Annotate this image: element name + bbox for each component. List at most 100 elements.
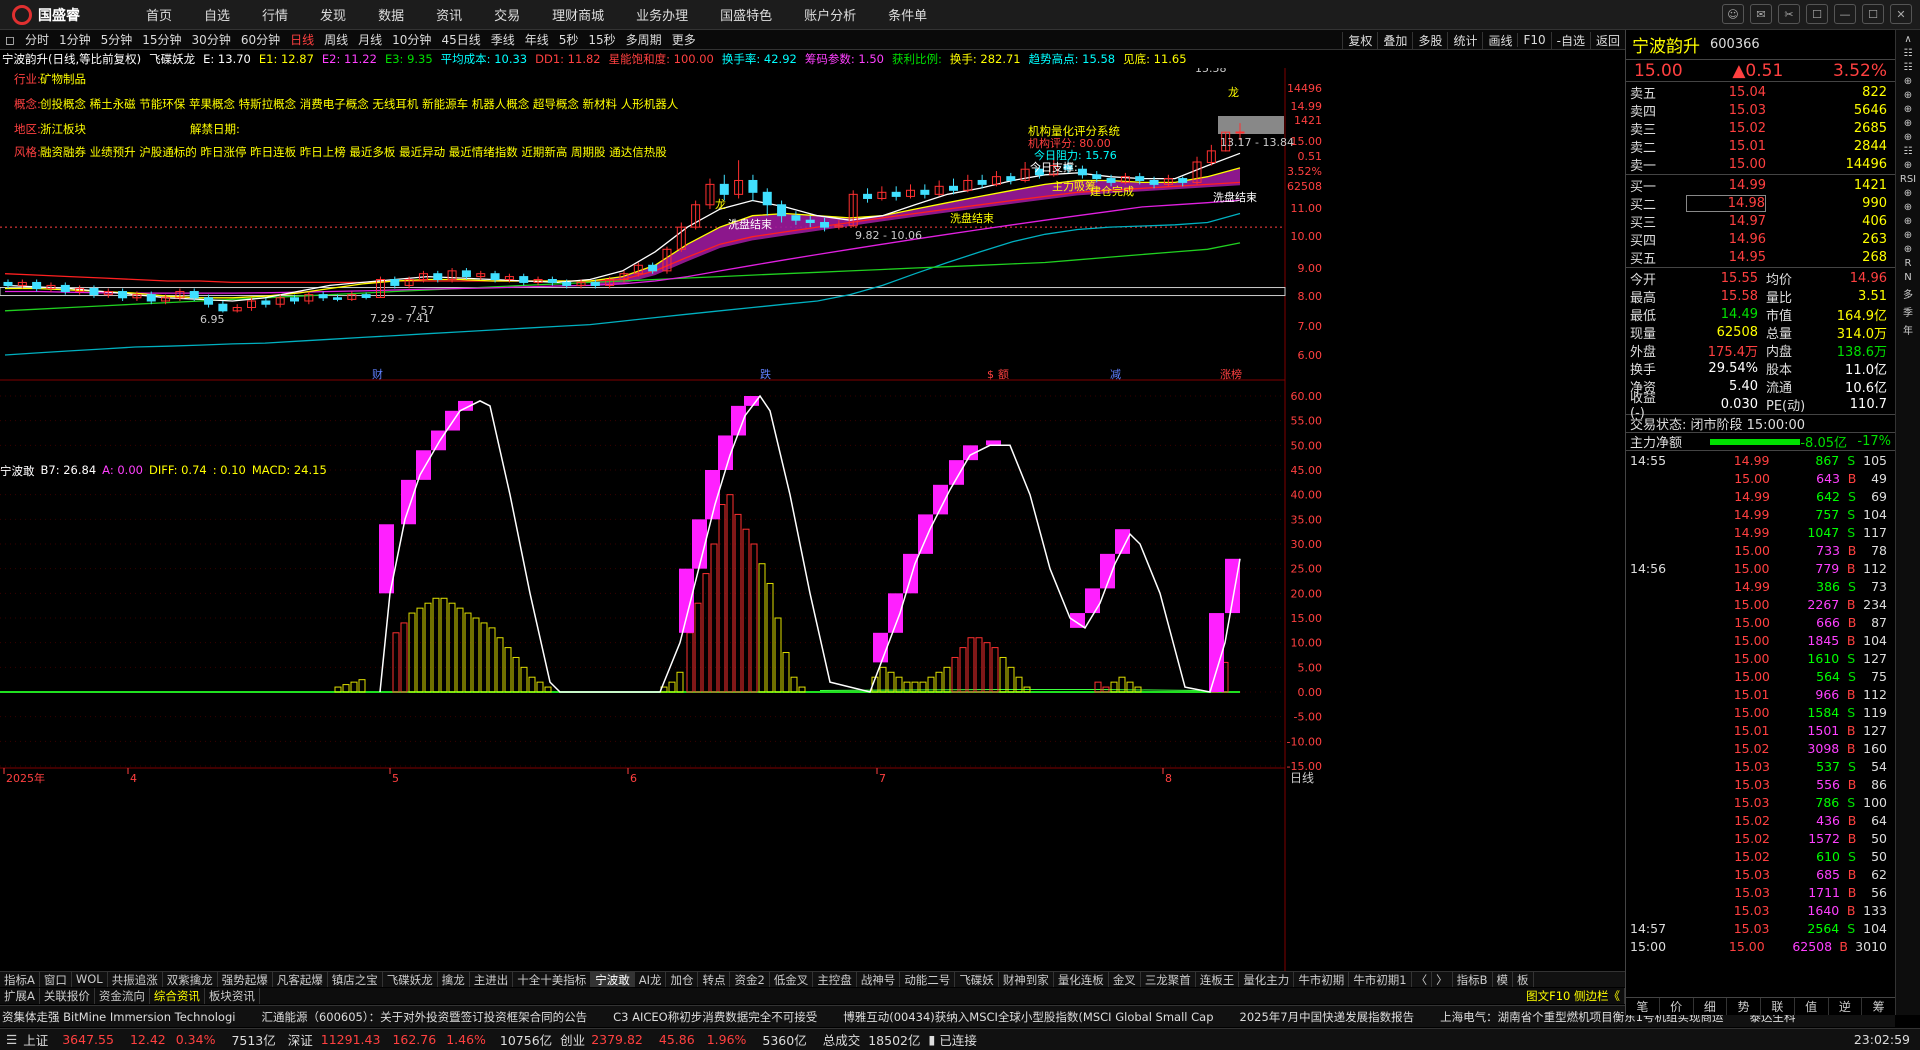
indicator-tab-22[interactable]: 财神到家	[999, 972, 1054, 987]
indicator-tab-23[interactable]: 量化连板	[1054, 972, 1109, 987]
indicator-tab-6[interactable]: 凡客起爆	[273, 972, 328, 987]
menu-item-5[interactable]: 资讯	[420, 5, 478, 24]
sidebar-icon-2[interactable]: ☷	[1898, 62, 1918, 73]
period-2[interactable]: 5分钟	[96, 31, 138, 48]
macd-indicator-name[interactable]: 宁波敢	[0, 463, 35, 479]
indicator-tab-14[interactable]: 加仓	[666, 972, 699, 987]
news-item-2[interactable]: C3 AICEO称初步消费数据完全不可接受	[613, 1009, 817, 1025]
window-button-3[interactable]: ☐	[1806, 4, 1828, 24]
menu-item-4[interactable]: 数据	[362, 5, 420, 24]
bid-price[interactable]: 14.99	[1686, 178, 1766, 193]
indicator-tab-13[interactable]: AI龙	[635, 972, 667, 987]
bid-price[interactable]: 14.95	[1686, 250, 1766, 265]
quote-tab-5[interactable]: 值	[1795, 998, 1829, 1015]
sidebar-icon-13[interactable]: ⊕	[1898, 216, 1918, 227]
quote-tab-1[interactable]: 价	[1660, 998, 1694, 1015]
sidebar-icon-9[interactable]: ⊕	[1898, 160, 1918, 171]
indicator-tab-21[interactable]: 飞碟妖	[955, 972, 999, 987]
period-8[interactable]: 月线	[353, 31, 387, 48]
menu-item-11[interactable]: 条件单	[872, 5, 943, 24]
news-item-1[interactable]: 汇通能源（600605）：关于对外投资暨签订投资框架合同的公告	[261, 1009, 587, 1025]
quote-tab-3[interactable]: 势	[1727, 998, 1761, 1015]
sidebar-icon-11[interactable]: ⊕	[1898, 188, 1918, 199]
ask-price[interactable]: 15.04	[1686, 85, 1766, 100]
window-button-0[interactable]: ☺	[1722, 4, 1744, 24]
sidebar-icon-15[interactable]: ⊕	[1898, 244, 1918, 255]
indicator-tab-17[interactable]: 低金叉	[770, 972, 814, 987]
sub-tab-3[interactable]: 综合资讯	[150, 988, 205, 1004]
quote-tab-4[interactable]: 联	[1761, 998, 1795, 1015]
bid-price[interactable]: 14.98	[1686, 194, 1766, 212]
bid-price[interactable]: 14.97	[1686, 214, 1766, 229]
chart-area[interactable]: 行业: 矿物制品概念: 创投概念 稀土永磁 节能环保 苹果概念 特斯拉概念 消费电子…	[0, 68, 1625, 971]
indicator-tab-19[interactable]: 战神号	[857, 972, 901, 987]
sidebar-icon-3[interactable]: ⊕	[1898, 76, 1918, 87]
indicator-tab-10[interactable]: 主进出	[470, 972, 514, 987]
period-1[interactable]: 1分钟	[54, 31, 96, 48]
indicator-tab-0[interactable]: 指标A	[0, 972, 40, 987]
indicator-name[interactable]: 飞碟妖龙	[149, 51, 195, 67]
indicator-tab-16[interactable]: 资金2	[730, 972, 770, 987]
tick-list[interactable]: 14:55 14.99 867 S 105 15.00 643 B 49 14.99 642 S 69 1…	[1626, 451, 1895, 955]
period-0[interactable]: 分时	[20, 31, 54, 48]
period-16[interactable]: 更多	[667, 31, 701, 48]
window-button-2[interactable]: ✂	[1778, 4, 1800, 24]
indicator-tab-25[interactable]: 三龙聚首	[1141, 972, 1196, 987]
quote-tab-2[interactable]: 细	[1694, 998, 1728, 1015]
sidebar-icon-6[interactable]: ⊕	[1898, 118, 1918, 129]
ask-price[interactable]: 15.00	[1686, 157, 1766, 172]
sidebar-icon-20[interactable]: 年	[1898, 322, 1918, 337]
sidebar-icon-1[interactable]: ☷	[1898, 48, 1918, 59]
news-item-3[interactable]: 博雅互动(00434)获纳入MSCI全球小型股指数(MSCI Global Sm…	[843, 1009, 1213, 1025]
menu-item-0[interactable]: 首页	[130, 5, 188, 24]
indicator-tab-4[interactable]: 双紫擒龙	[163, 972, 218, 987]
window-button-4[interactable]: —	[1834, 4, 1856, 24]
indicator-tab-1[interactable]: 窗口	[40, 972, 72, 987]
menu-item-3[interactable]: 发现	[304, 5, 362, 24]
tool-3[interactable]: 统计	[1447, 31, 1482, 49]
period-13[interactable]: 5秒	[554, 31, 584, 48]
indicator-tab-33[interactable]: 模	[1493, 972, 1514, 987]
news-item-0[interactable]: 资集体走强 BitMine Immersion Technologi	[2, 1009, 235, 1025]
sidebar-icon-0[interactable]: ∧	[1898, 34, 1918, 45]
tool-6[interactable]: -自选	[1550, 31, 1590, 49]
indicator-tab-29[interactable]: 牛市初期1	[1349, 972, 1412, 987]
period-10[interactable]: 45日线	[436, 31, 485, 48]
tool-4[interactable]: 画线	[1482, 31, 1517, 49]
indicator-tab-18[interactable]: 主控盘	[813, 972, 857, 987]
indicator-tab-32[interactable]: 指标B	[1453, 972, 1493, 987]
menu-item-1[interactable]: 自选	[188, 5, 246, 24]
sidebar-icon-17[interactable]: N	[1898, 272, 1918, 283]
sidebar-icon-18[interactable]: 多	[1898, 286, 1918, 301]
sidebar-icon-19[interactable]: 季	[1898, 304, 1918, 319]
indicator-tab-2[interactable]: WOL	[72, 972, 108, 987]
quote-tab-6[interactable]: 逆	[1829, 998, 1863, 1015]
indicator-tab-12[interactable]: 宁波敢	[591, 972, 635, 987]
sidebar-icon-5[interactable]: ⊕	[1898, 104, 1918, 115]
sidebar-icon-4[interactable]: ⊕	[1898, 90, 1918, 101]
ask-price[interactable]: 15.03	[1686, 103, 1766, 118]
panel-icon[interactable]: ◻	[0, 33, 20, 47]
period-7[interactable]: 周线	[319, 31, 353, 48]
sidebar-icon-14[interactable]: ⊕	[1898, 230, 1918, 241]
sidebar-icon-8[interactable]: ☷	[1898, 146, 1918, 157]
tool-5[interactable]: F10	[1517, 33, 1550, 47]
bid-price[interactable]: 14.96	[1686, 232, 1766, 247]
menu-item-10[interactable]: 账户分析	[788, 5, 872, 24]
sub-tab-1[interactable]: 关联报价	[40, 988, 95, 1004]
menu-item-6[interactable]: 交易	[478, 5, 536, 24]
indicator-tab-15[interactable]: 转点	[698, 972, 731, 987]
ask-price[interactable]: 15.02	[1686, 121, 1766, 136]
sidebar-icon-10[interactable]: RSI	[1898, 174, 1918, 185]
period-14[interactable]: 15秒	[583, 31, 620, 48]
ask-price[interactable]: 15.01	[1686, 139, 1766, 154]
tool-2[interactable]: 多股	[1412, 31, 1447, 49]
tool-7[interactable]: 返回	[1589, 31, 1625, 49]
indicator-tab-31[interactable]: 〉	[1432, 972, 1453, 987]
menu-item-9[interactable]: 国盛特色	[704, 5, 788, 24]
indicator-tab-34[interactable]: 板	[1513, 972, 1534, 987]
tool-0[interactable]: 复权	[1342, 31, 1377, 49]
sidebar-icon-12[interactable]: ⊕	[1898, 202, 1918, 213]
indicator-tab-7[interactable]: 镇店之宝	[328, 972, 383, 987]
indicator-tab-27[interactable]: 量化主力	[1239, 972, 1295, 987]
